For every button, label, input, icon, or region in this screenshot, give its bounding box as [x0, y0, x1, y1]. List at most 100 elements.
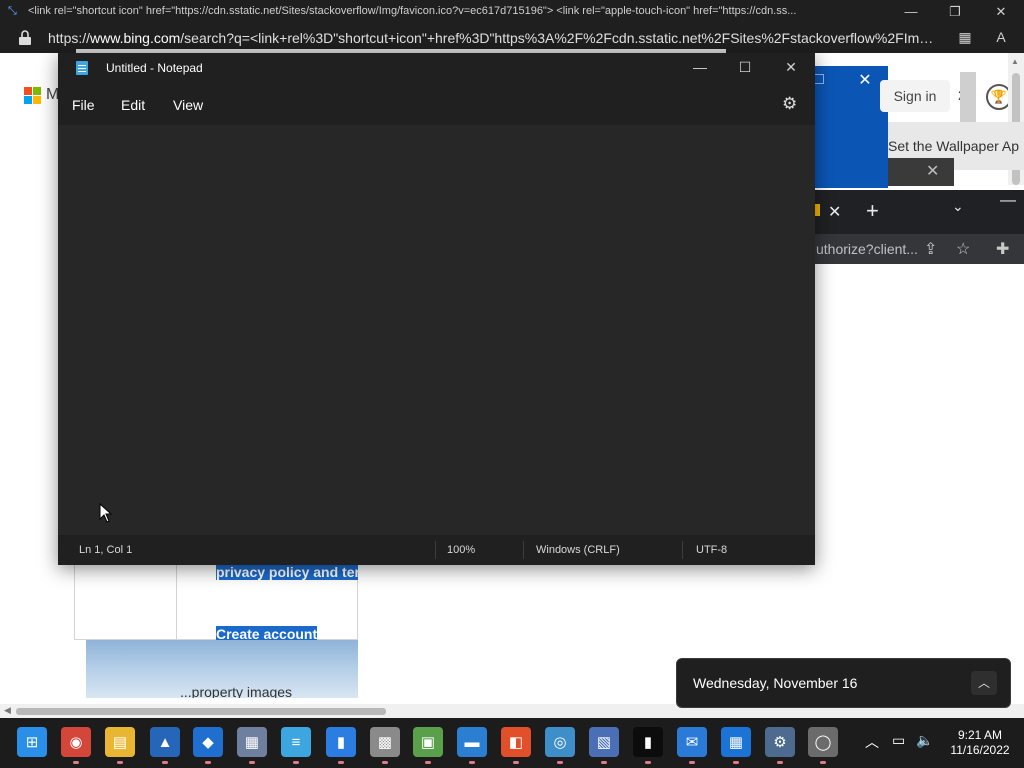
sky-image: ...property images	[86, 640, 358, 698]
taskbar: ︿ ▭ 🔈 9:21 AM 11/16/2022 ⊞ ◉ ▤ ▲ ◆ ▦ ≡ ▮ ▩ ▣ ▬ ◧ ◎ ▧ ▮…	[0, 718, 1024, 768]
menu-edit[interactable]: Edit	[121, 97, 145, 113]
sign-in-button[interactable]: Sign in	[880, 80, 950, 112]
promo-close-button[interactable]: ✕	[852, 70, 878, 92]
bookmark-star-icon[interactable]: ☆	[956, 239, 970, 259]
tab-search-chevron-icon[interactable]: ⌄	[952, 198, 964, 215]
running-indicator	[249, 761, 255, 764]
network-icon[interactable]: ▭	[892, 732, 905, 749]
flyout-date: Wednesday, November 16	[693, 675, 858, 691]
defender-icon[interactable]: ◆	[193, 727, 223, 757]
menu-file[interactable]: File	[72, 97, 95, 113]
status-divider	[435, 541, 436, 559]
edge-window-title: <link rel="shortcut icon" href="https://…	[28, 5, 797, 17]
mouse-pointer-icon	[99, 503, 113, 523]
edge-close-button[interactable]: ✕	[978, 0, 1024, 24]
new-tab-button[interactable]: +	[866, 198, 879, 224]
tray-overflow-chevron-icon[interactable]: ︿	[865, 732, 879, 752]
tab-close-button[interactable]: ✕	[828, 202, 841, 222]
settings-gear-icon[interactable]: ⚙	[782, 94, 797, 114]
scroll-left-icon[interactable]: ◀	[4, 705, 11, 716]
notepad-text-area[interactable]	[58, 125, 815, 535]
page-favicon-icon: ⤡	[8, 5, 17, 17]
card-divider	[176, 565, 177, 641]
hscroll-thumb[interactable]	[16, 708, 386, 715]
screenshot-tool-icon[interactable]: ▣	[413, 727, 443, 757]
notepad-minimize-button[interactable]: —	[677, 53, 723, 83]
notepad-icon[interactable]: ≡	[281, 727, 311, 757]
notepad-window: Untitled - Notepad — ☐ ✕ File Edit View …	[58, 53, 815, 565]
running-indicator	[601, 761, 607, 764]
notepad-icon	[76, 61, 88, 75]
status-divider	[523, 541, 524, 559]
file-manager-icon[interactable]: ▮	[326, 727, 356, 757]
running-indicator	[293, 761, 299, 764]
calendar-icon[interactable]: ▦	[721, 727, 751, 757]
notepad-maximize-button[interactable]: ☐	[722, 53, 768, 83]
running-indicator	[162, 761, 168, 764]
clock-date: 11/16/2022	[950, 743, 1010, 757]
settings-icon[interactable]: ⚙	[765, 727, 795, 757]
running-indicator	[73, 761, 79, 764]
restore-square-icon	[814, 74, 824, 84]
microsoft-logo-icon	[24, 87, 42, 105]
running-indicator	[205, 761, 211, 764]
edge-restore-button[interactable]: ❐	[932, 0, 978, 24]
volume-icon[interactable]: 🔈	[916, 732, 933, 749]
chrome-address-bar[interactable]: uthorize?client... ⇪ ☆ ✚	[814, 234, 1024, 264]
running-indicator	[777, 761, 783, 764]
zoom-level: 100%	[447, 544, 476, 556]
running-indicator	[733, 761, 739, 764]
running-indicator	[382, 761, 388, 764]
share-icon[interactable]: ⇪	[924, 239, 937, 259]
start-icon[interactable]: ⊞	[17, 727, 47, 757]
menu-view[interactable]: View	[173, 97, 203, 113]
mail-icon[interactable]: ✉	[677, 727, 707, 757]
running-indicator	[338, 761, 344, 764]
cortana-icon[interactable]: ◯	[808, 727, 838, 757]
running-indicator	[425, 761, 431, 764]
lock-icon	[19, 30, 31, 45]
chrome-icon[interactable]: ◉	[61, 727, 91, 757]
dark-popup: ✕	[888, 158, 954, 186]
collapse-chevron-button[interactable]: ︿	[971, 671, 997, 695]
taskbar-clock[interactable]: 9:21 AM 11/16/2022	[940, 728, 1020, 758]
clock-time: 9:21 AM	[957, 728, 1003, 742]
remote-app-icon[interactable]: ▬	[457, 727, 487, 757]
notepad-menu-bar: File Edit View ⚙	[58, 83, 815, 125]
chrome-minimize-button[interactable]: —	[1000, 192, 1016, 210]
edge-minimize-button[interactable]: —	[888, 0, 934, 24]
notepad-title-bar[interactable]: Untitled - Notepad — ☐ ✕	[58, 53, 815, 83]
calendar-flyout: Wednesday, November 16 ︿	[676, 658, 1011, 708]
running-indicator	[820, 761, 826, 764]
gray-strip	[960, 72, 976, 128]
globe-app-icon[interactable]: ◎	[545, 727, 575, 757]
read-aloud-icon[interactable]: A	[992, 29, 1010, 47]
cursor-position: Ln 1, Col 1	[79, 544, 133, 556]
running-indicator	[557, 761, 563, 764]
chrome-url-text[interactable]: uthorize?client...	[816, 241, 918, 257]
status-divider	[682, 541, 683, 559]
privacy-policy-text[interactable]: privacy policy and terms	[216, 564, 381, 580]
running-indicator	[469, 761, 475, 764]
network-app-icon[interactable]: ▦	[237, 727, 267, 757]
running-indicator	[645, 761, 651, 764]
notepad-close-button[interactable]: ✕	[768, 53, 814, 83]
url-text[interactable]: https://www.bing.com/search?q=<link+rel%…	[48, 30, 940, 46]
scroll-up-icon[interactable]: ▲	[1011, 57, 1019, 66]
extensions-puzzle-icon[interactable]: ✚	[996, 239, 1009, 259]
chrome-tab-strip: ✕ + ⌄ —	[814, 190, 1024, 234]
sky-caption: ...property images	[180, 684, 293, 698]
running-indicator	[689, 761, 695, 764]
apps-grid-icon[interactable]: ▦	[956, 29, 974, 47]
dark-popup-close-button[interactable]: ✕	[926, 161, 939, 181]
office-icon[interactable]: ◧	[501, 727, 531, 757]
running-indicator	[513, 761, 519, 764]
settings-window-icon[interactable]: ▧	[589, 727, 619, 757]
terminal-icon[interactable]: ▮	[633, 727, 663, 757]
notepad-title: Untitled - Notepad	[106, 61, 203, 75]
notepad-status-bar: Ln 1, Col 1 100% Windows (CRLF) UTF-8	[58, 535, 815, 565]
line-endings: Windows (CRLF)	[536, 544, 620, 556]
package-app-icon[interactable]: ▩	[370, 727, 400, 757]
photos-icon[interactable]: ▲	[150, 727, 180, 757]
file-explorer-icon[interactable]: ▤	[105, 727, 135, 757]
